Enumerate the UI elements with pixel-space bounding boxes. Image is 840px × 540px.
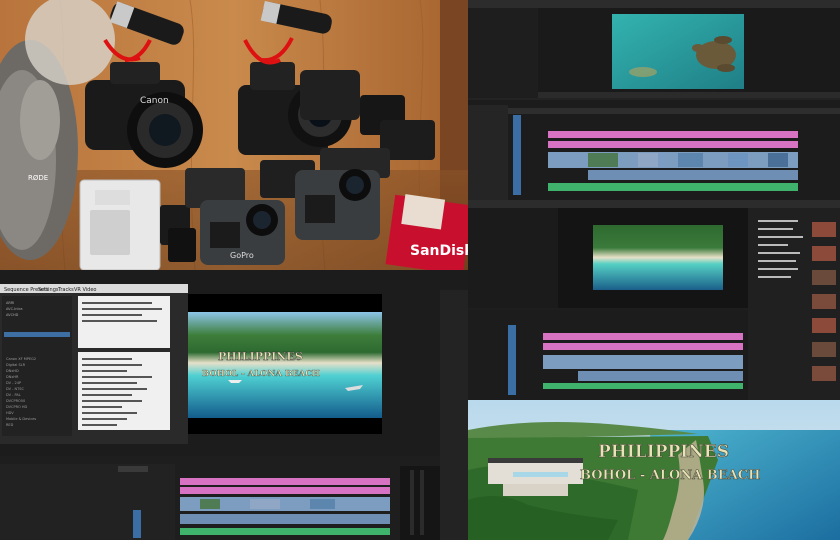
svg-text:DV - NTSC: DV - NTSC <box>6 387 24 391</box>
svg-text:DNxHD: DNxHD <box>6 369 19 373</box>
svg-text:Tracks: Tracks <box>57 287 74 293</box>
svg-text:ARRI: ARRI <box>6 301 14 305</box>
svg-text:BOHOL - ALONA BEACH: BOHOL - ALONA BEACH <box>580 468 760 483</box>
svg-text:DVCPRO50: DVCPRO50 <box>6 399 25 403</box>
svg-text:RØDE: RØDE <box>28 174 48 182</box>
svg-text:PHILIPPINES: PHILIPPINES <box>598 442 729 462</box>
svg-text:Canon XF MPEG2: Canon XF MPEG2 <box>6 357 36 361</box>
gopro-camera-1: GoPro <box>200 200 285 265</box>
final-video-frame: PHILIPPINES BOHOL - ALONA BEACH <box>468 400 840 540</box>
photo-collage: Canon GoPro SanDisk RØDE Sequence Preset… <box>0 0 840 540</box>
svg-text:PHILIPPINES: PHILIPPINES <box>218 350 303 363</box>
sandisk-card: SanDisk <box>385 194 468 270</box>
svg-text:Settings: Settings <box>38 287 59 293</box>
svg-text:SanDisk: SanDisk <box>410 243 468 259</box>
svg-text:DVCPRO HD: DVCPRO HD <box>6 405 28 409</box>
svg-text:VR Video: VR Video <box>74 287 97 293</box>
svg-text:Mobile & Devices: Mobile & Devices <box>6 417 36 421</box>
svg-text:GoPro: GoPro <box>230 251 254 260</box>
svg-text:RED: RED <box>6 423 14 427</box>
sd-card-tray <box>79 179 161 270</box>
svg-text:DNxHR: DNxHR <box>6 375 19 379</box>
svg-text:AVCHD: AVCHD <box>6 313 19 317</box>
gopro-camera-2 <box>295 169 380 240</box>
svg-text:Canon: Canon <box>140 96 169 106</box>
svg-text:Digital SLR: Digital SLR <box>6 363 26 367</box>
svg-text:DV - 24P: DV - 24P <box>6 381 21 385</box>
editor-sequence-settings: Sequence Presets Settings Tracks VR Vide… <box>0 270 468 540</box>
svg-text:HDV: HDV <box>6 411 14 415</box>
svg-text:BOHOL - ALONA BEACH: BOHOL - ALONA BEACH <box>202 369 320 379</box>
editor-beach-screen <box>468 200 840 400</box>
svg-text:DV - PAL: DV - PAL <box>6 393 21 397</box>
svg-text:AVC-Intra: AVC-Intra <box>6 307 22 311</box>
editor-turtle-screen <box>468 0 840 200</box>
camera-gear-photo: Canon GoPro SanDisk RØDE <box>0 0 468 270</box>
